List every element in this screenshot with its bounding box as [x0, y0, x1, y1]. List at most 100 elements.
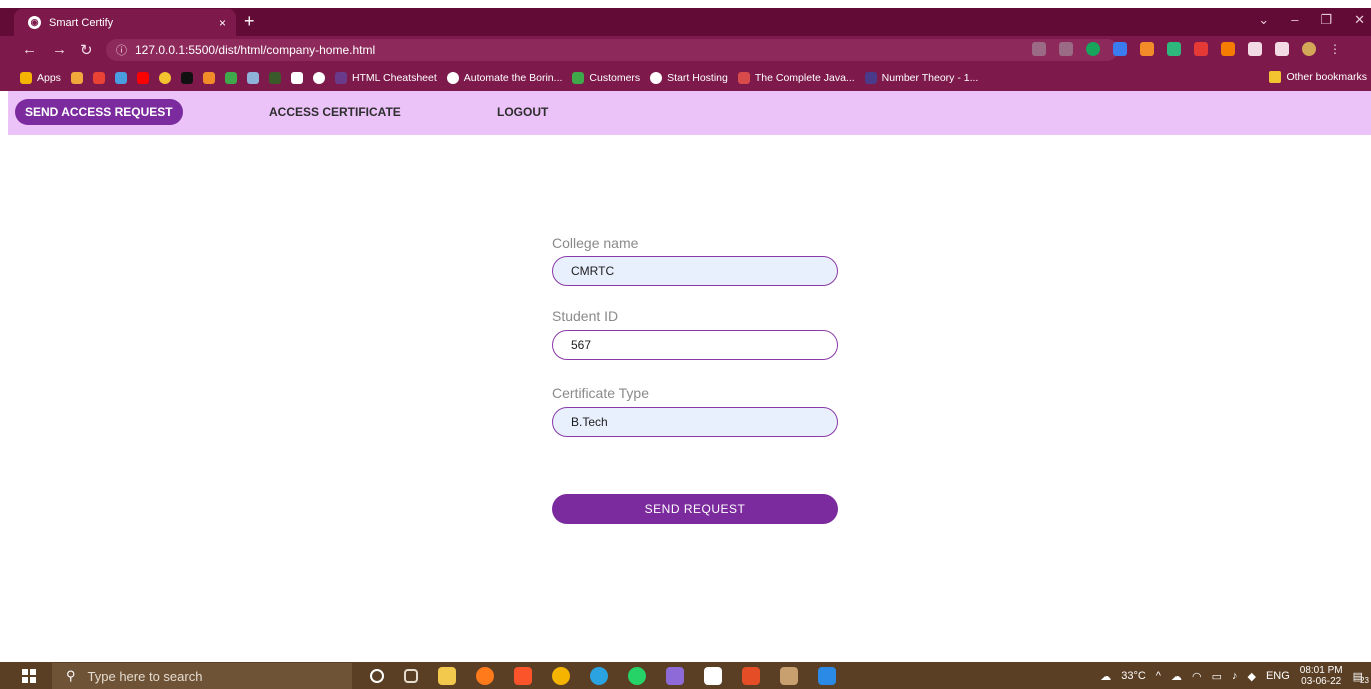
bookmark-html-cheatsheet[interactable]: HTML Cheatsheet — [334, 71, 437, 84]
extension-icon[interactable] — [1113, 42, 1127, 56]
restore-icon[interactable]: ❐ — [1320, 12, 1332, 28]
bookmarks-bar: Apps HTML Cheatsheet Automate the Borin.… — [0, 64, 1371, 91]
college-name-label: College name — [552, 235, 639, 251]
back-icon[interactable]: ← — [22, 41, 37, 58]
taskbar-apps — [370, 667, 836, 685]
language-indicator[interactable]: ENG — [1266, 670, 1290, 682]
globe-icon — [650, 71, 663, 84]
bookmark-automate[interactable]: Automate the Borin... — [446, 71, 562, 84]
firefox-icon[interactable] — [476, 667, 494, 685]
gmail-icon[interactable] — [92, 71, 105, 84]
brave-icon[interactable] — [514, 667, 532, 685]
telegram-icon[interactable] — [590, 667, 608, 685]
bookmark-icon[interactable] — [290, 71, 303, 84]
new-tab-button[interactable]: + — [244, 10, 255, 32]
bookmark-icon — [334, 71, 347, 84]
bookmark-icon[interactable] — [268, 71, 281, 84]
close-window-icon[interactable]: ✕ — [1354, 12, 1365, 28]
grammarly-icon[interactable] — [1086, 42, 1100, 56]
clock-time: 08:01 PM — [1299, 665, 1343, 676]
taskbar-search[interactable]: ⚲ Type here to search — [52, 663, 352, 689]
notification-icon[interactable]: ▤ 23 — [1353, 670, 1369, 685]
profile-avatar[interactable] — [1302, 42, 1316, 56]
send-request-button[interactable]: SEND REQUEST — [552, 494, 838, 524]
sidepanel-icon[interactable] — [1275, 42, 1289, 56]
screen: ◉ Smart Certify × + ⌄ – ❐ ✕ ← → ↻ ⓘ 127.… — [0, 0, 1371, 689]
volume-icon[interactable]: ♪ — [1232, 670, 1238, 682]
bookmark-apps[interactable]: Apps — [20, 71, 61, 84]
chevron-up-icon[interactable]: ^ — [1156, 670, 1161, 682]
weather-icon[interactable]: ☁ — [1100, 670, 1111, 683]
menu-icon[interactable]: ⋮ — [1329, 42, 1343, 56]
onedrive-icon[interactable]: ☁ — [1171, 670, 1182, 683]
file-explorer-icon[interactable] — [438, 667, 456, 685]
bookmark-icon — [572, 71, 585, 84]
certificate-type-input[interactable] — [552, 407, 838, 437]
bookmark-number-theory[interactable]: Number Theory - 1... — [864, 71, 978, 84]
vscode-icon[interactable] — [818, 667, 836, 685]
college-name-input[interactable] — [552, 256, 838, 286]
windows-taskbar: ⚲ Type here to search ☁ 33°C ^ ☁ ◠ ▭ ♪ ◆… — [0, 662, 1371, 689]
app-icon[interactable] — [742, 667, 760, 685]
address-bar[interactable]: ⓘ 127.0.0.1:5500/dist/html/company-home.… — [106, 39, 1118, 61]
extension-icon[interactable] — [1194, 42, 1208, 56]
youtube-icon[interactable] — [136, 71, 149, 84]
taskbar-search-placeholder: Type here to search — [87, 668, 203, 684]
search-icon: ⚲ — [66, 668, 76, 683]
bookmark-icon — [864, 71, 877, 84]
bookmark-icon[interactable] — [158, 71, 171, 84]
browser-titlebar: ◉ Smart Certify × + ⌄ – ❐ ✕ — [0, 8, 1371, 36]
bookmark-icon[interactable] — [246, 71, 259, 84]
bookmark-icon[interactable] — [224, 71, 237, 84]
google-icon[interactable] — [312, 71, 325, 84]
bookmark-icon[interactable] — [114, 71, 127, 84]
whatsapp-icon[interactable] — [628, 667, 646, 685]
nav-send-access-request[interactable]: SEND ACCESS REQUEST — [15, 99, 183, 125]
tab-close-icon[interactable]: × — [219, 16, 226, 30]
browser-tab[interactable]: ◉ Smart Certify × — [14, 9, 236, 36]
extension-icon[interactable] — [1140, 42, 1154, 56]
clock[interactable]: 08:01 PM 03-06-22 — [1300, 665, 1343, 687]
extensions-bar: ⋮ — [1032, 42, 1343, 56]
browser-toolbar: ← → ↻ ⓘ 127.0.0.1:5500/dist/html/company… — [0, 36, 1371, 64]
certificate-type-label: Certificate Type — [552, 385, 650, 401]
app-icon[interactable] — [780, 667, 798, 685]
nav-logout[interactable]: LOGOUT — [497, 105, 548, 119]
share-icon[interactable] — [1032, 42, 1046, 56]
bookmark-complete-java[interactable]: The Complete Java... — [737, 71, 855, 84]
notion-icon[interactable] — [704, 667, 722, 685]
tab-search-icon[interactable]: ⌄ — [1258, 12, 1269, 28]
url-text: 127.0.0.1:5500/dist/html/company-home.ht… — [135, 43, 376, 57]
bookmark-icon[interactable] — [70, 71, 83, 84]
battery-icon[interactable]: ▭ — [1212, 670, 1222, 683]
other-bookmarks[interactable]: Other bookmarks — [1269, 71, 1367, 83]
extension-icon[interactable] — [1221, 42, 1235, 56]
bookmark-customers[interactable]: Customers — [572, 71, 640, 84]
nav-access-certificate[interactable]: ACCESS CERTIFICATE — [269, 105, 401, 119]
globe-icon: ◉ — [28, 16, 41, 29]
notification-count: 23 — [1360, 675, 1369, 685]
bookmark-icon[interactable] — [180, 71, 193, 84]
chrome-icon[interactable] — [552, 667, 570, 685]
site-info-icon[interactable]: ⓘ — [116, 42, 127, 58]
dropbox-icon[interactable]: ◆ — [1247, 670, 1255, 683]
obsidian-icon[interactable] — [666, 667, 684, 685]
bookmark-icon — [737, 71, 750, 84]
globe-icon — [446, 71, 459, 84]
cortana-icon[interactable] — [370, 669, 384, 683]
clock-date: 03-06-22 — [1301, 676, 1342, 687]
wifi-icon[interactable]: ◠ — [1192, 670, 1202, 683]
student-id-input[interactable] — [552, 330, 838, 360]
temperature[interactable]: 33°C — [1121, 670, 1146, 682]
forward-icon[interactable]: → — [52, 41, 67, 58]
bookmark-star-icon[interactable] — [1059, 42, 1073, 56]
minimize-icon[interactable]: – — [1291, 12, 1298, 28]
system-tray: ☁ 33°C ^ ☁ ◠ ▭ ♪ ◆ ENG 08:01 PM 03-06-22… — [1100, 665, 1369, 687]
windows-start-icon[interactable] — [22, 669, 36, 683]
bookmark-start-hosting[interactable]: Start Hosting — [650, 71, 728, 84]
bookmark-icon[interactable] — [202, 71, 215, 84]
task-view-icon[interactable] — [404, 669, 418, 683]
evernote-icon[interactable] — [1167, 42, 1181, 56]
reload-icon[interactable]: ↻ — [80, 41, 93, 59]
puzzle-icon[interactable] — [1248, 42, 1262, 56]
